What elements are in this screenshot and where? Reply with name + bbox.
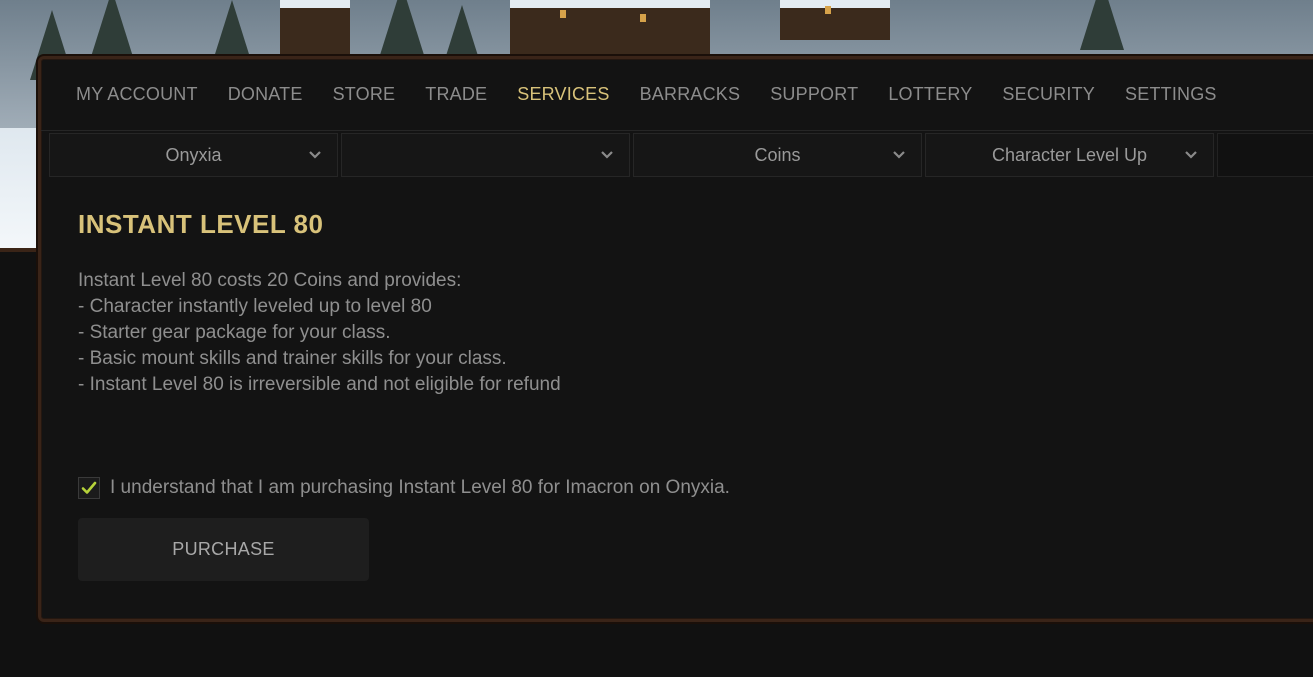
nav-item-my-account[interactable]: MY ACCOUNT [76,84,198,105]
confirm-label: I understand that I am purchasing Instan… [110,477,730,498]
nav-item-settings[interactable]: SETTINGS [1125,84,1217,105]
description-line: - Instant Level 80 is irreversible and n… [78,374,561,395]
description-line: - Basic mount skills and trainer skills … [78,348,507,369]
chevron-down-icon [1185,151,1197,159]
description-line: Instant Level 80 costs 20 Coins and prov… [78,270,462,291]
tree-icon [380,0,424,55]
nav-item-support[interactable]: SUPPORT [770,84,858,105]
nav-item-barracks[interactable]: BARRACKS [640,84,741,105]
currency-select-value: Coins [754,144,801,165]
nav-item-lottery[interactable]: LOTTERY [888,84,972,105]
services-panel: MY ACCOUNT DONATE STORE TRADE SERVICES B… [38,56,1313,622]
service-details: INSTANT LEVEL 80 Instant Level 80 costs … [78,209,1278,398]
nav-item-services[interactable]: SERVICES [517,84,609,105]
realm-select-value: Onyxia [165,144,222,165]
main-nav: MY ACCOUNT DONATE STORE TRADE SERVICES B… [41,59,1313,131]
hut [280,0,350,60]
nav-item-store[interactable]: STORE [333,84,396,105]
purchase-confirmation: I understand that I am purchasing Instan… [78,477,730,499]
service-title: INSTANT LEVEL 80 [78,209,324,239]
description-line: - Character instantly leveled up to leve… [78,296,432,317]
tree-icon [1080,0,1124,50]
purchase-button[interactable]: PURCHASE [78,518,369,581]
realm-select[interactable]: Onyxia [49,133,338,177]
service-description: Instant Level 80 costs 20 Coins and prov… [78,268,1278,398]
character-select[interactable] [341,133,630,177]
nav-item-trade[interactable]: TRADE [425,84,487,105]
currency-select[interactable]: Coins [633,133,922,177]
description-line: - Starter gear package for your class. [78,322,391,343]
chevron-down-icon [309,151,321,159]
hut [780,0,890,40]
hut [510,0,710,56]
chevron-down-icon [893,151,905,159]
chevron-down-icon [601,151,613,159]
service-select-value: Character Level Up [991,144,1148,165]
nav-item-donate[interactable]: DONATE [228,84,303,105]
filter-selects: Onyxia Coins Character Level Up [49,133,1313,177]
page: MY ACCOUNT DONATE STORE TRADE SERVICES B… [0,0,1313,677]
nav-item-security[interactable]: SECURITY [1002,84,1095,105]
tree-icon [90,0,134,60]
service-select[interactable]: Character Level Up [925,133,1214,177]
confirm-checkbox[interactable] [78,477,100,499]
checkmark-icon [81,481,97,494]
